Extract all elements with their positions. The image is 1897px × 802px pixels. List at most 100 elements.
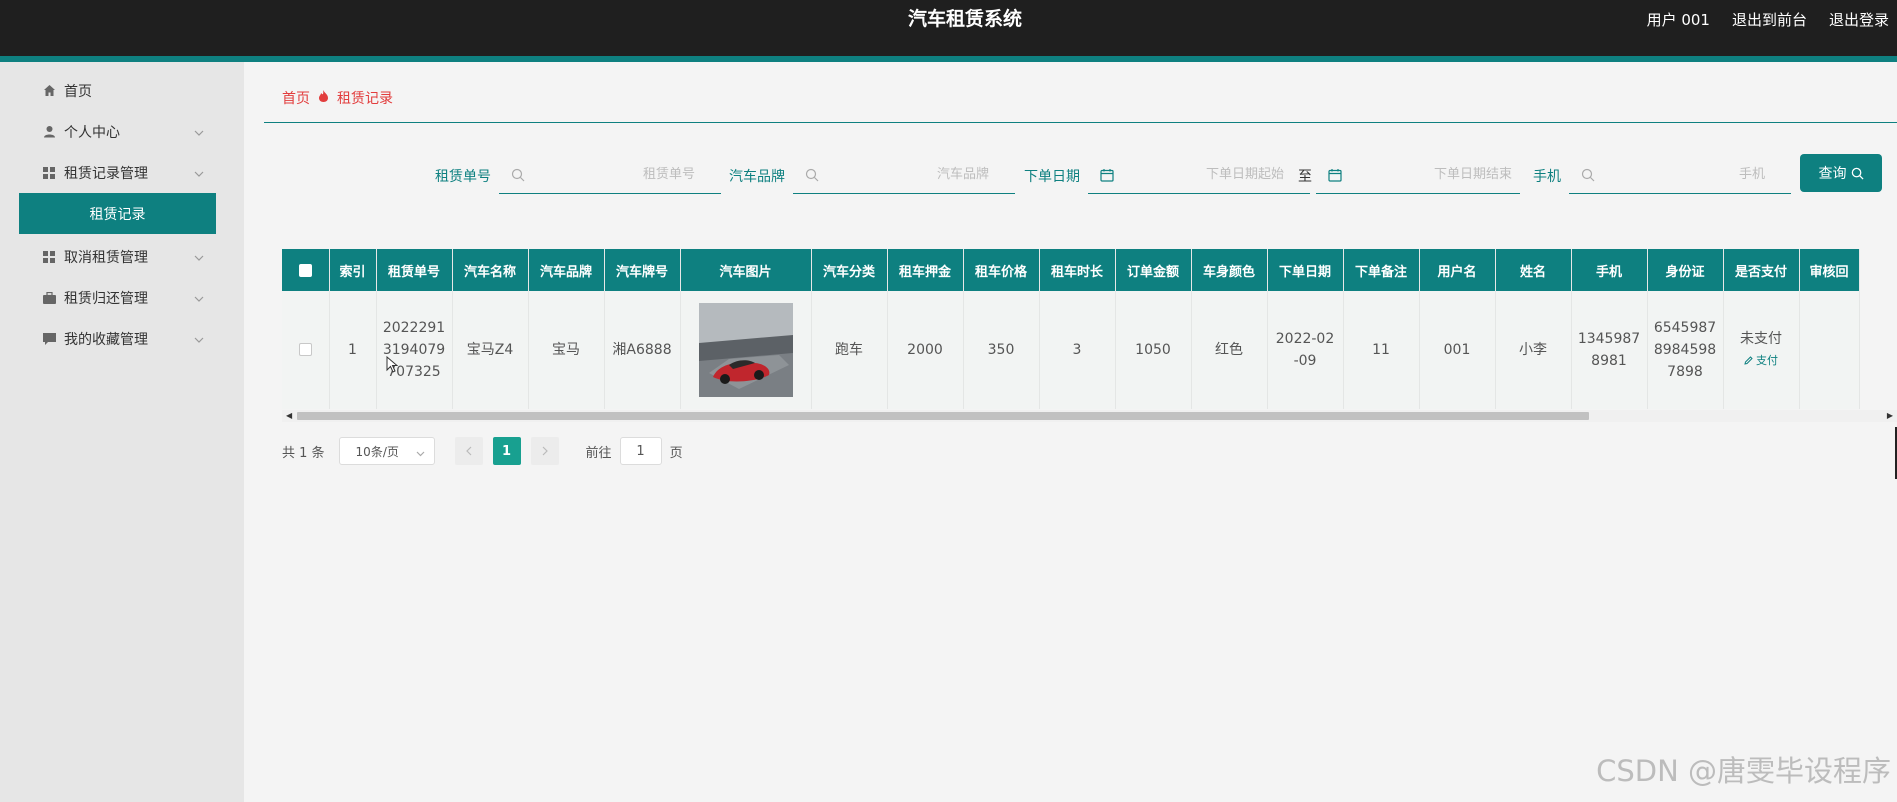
sidebar-item-cancel-rental[interactable]: 取消租赁管理 — [0, 236, 244, 277]
breadcrumb-divider — [264, 122, 1897, 123]
pay-button[interactable]: 支付 — [1744, 350, 1778, 372]
order-no-label: 租赁单号 — [435, 169, 491, 185]
column-header[interactable]: 姓名 — [1495, 249, 1572, 291]
cell-deposit: 2000 — [887, 291, 964, 409]
chevron-down-icon — [416, 446, 425, 460]
brand-label: 汽车品牌 — [729, 169, 785, 185]
breadcrumb-home[interactable]: 首页 — [282, 88, 310, 108]
column-header[interactable]: 租车价格 — [963, 249, 1040, 291]
select-all-checkbox[interactable] — [298, 263, 312, 277]
cell-car-name: 宝马Z4 — [452, 291, 529, 409]
phone-input[interactable] — [1595, 156, 1793, 193]
current-user: 用户 001 — [1646, 10, 1710, 29]
cell-index: 1 — [329, 291, 377, 409]
edit-icon — [1744, 356, 1753, 365]
cell-brand: 宝马 — [528, 291, 605, 409]
briefcase-icon — [42, 291, 56, 305]
goto-page-input[interactable] — [619, 437, 662, 465]
date-end-field — [1316, 156, 1540, 194]
sidebar: 首页 个人中心 租赁记录管理 租赁记录 取消租赁管理 租赁归还管理 我的收藏管理 — [0, 62, 244, 802]
chevron-right-icon — [542, 446, 548, 456]
watermark: CSDN @唐雯毕设程序 — [1596, 754, 1891, 788]
column-header[interactable]: 租车押金 — [887, 249, 964, 291]
column-header[interactable]: 汽车名称 — [452, 249, 529, 291]
date-end-input[interactable] — [1342, 156, 1540, 193]
chevron-down-icon — [194, 331, 204, 347]
mouse-cursor-icon — [386, 356, 398, 373]
row-select-cell[interactable] — [282, 291, 330, 409]
cell-amount: 1050 — [1115, 291, 1192, 409]
rental-table: 索引 租赁单号 汽车名称 汽车品牌 汽车牌号 汽车图片 汽车分类 租车押金 租车… — [282, 249, 1897, 409]
brand-input[interactable] — [819, 156, 1017, 193]
column-header[interactable]: 审核回 — [1799, 249, 1860, 291]
header-actions: 用户 001 退出到前台 退出登录 — [1647, 0, 1889, 38]
brand-field — [793, 156, 1017, 194]
page-size-value: 10条/页 — [355, 444, 399, 459]
column-header[interactable]: 身份证 — [1647, 249, 1724, 291]
flame-icon — [318, 90, 329, 106]
main-content: 首页 租赁记录 租赁单号 汽车品牌 下单日期 至 手机 — [244, 62, 1897, 802]
chevron-down-icon — [194, 249, 204, 265]
goto-label: 前往 — [585, 445, 612, 461]
column-header[interactable]: 汽车品牌 — [528, 249, 605, 291]
page-size-select[interactable]: 10条/页 — [338, 437, 435, 465]
calendar-icon — [1100, 168, 1114, 182]
cell-name: 小李 — [1495, 291, 1572, 409]
column-header[interactable]: 手机 — [1571, 249, 1648, 291]
sidebar-item-personal-center[interactable]: 个人中心 — [0, 111, 244, 152]
cell-category: 跑车 — [811, 291, 888, 409]
scroll-right-arrow-icon[interactable]: ▶ — [1887, 412, 1893, 420]
column-header[interactable]: 车身颜色 — [1191, 249, 1268, 291]
grid-icon — [42, 250, 56, 264]
column-header[interactable]: 汽车图片 — [680, 249, 812, 291]
date-start-field — [1088, 156, 1312, 194]
sidebar-item-label: 个人中心 — [64, 124, 120, 141]
column-header[interactable]: 汽车牌号 — [604, 249, 681, 291]
column-header[interactable]: 索引 — [329, 249, 377, 291]
column-header[interactable]: 用户名 — [1419, 249, 1496, 291]
table-row[interactable]: 1 20222913194079707325 宝马Z4 宝马 湘A6888 跑车… — [282, 291, 1860, 409]
cell-id-card: 65459878984598 7898 — [1647, 291, 1724, 409]
cell-username: 001 — [1419, 291, 1496, 409]
back-to-front-link[interactable]: 退出到前台 — [1732, 9, 1807, 30]
scroll-left-arrow-icon[interactable]: ◀ — [286, 412, 292, 420]
search-icon — [511, 168, 525, 181]
date-start-input[interactable] — [1114, 156, 1312, 193]
row-checkbox[interactable] — [298, 343, 312, 357]
scrollbar-thumb[interactable] — [297, 412, 1589, 420]
sidebar-item-label: 租赁记录管理 — [64, 165, 148, 182]
chevron-down-icon — [194, 165, 204, 181]
sidebar-item-home[interactable]: 首页 — [0, 70, 244, 111]
column-header[interactable]: 订单金额 — [1115, 249, 1192, 291]
next-page-button[interactable] — [530, 437, 559, 465]
column-header[interactable]: 租赁单号 — [376, 249, 453, 291]
grid-icon — [42, 166, 56, 180]
table-header-row: 索引 租赁单号 汽车名称 汽车品牌 汽车牌号 汽车图片 汽车分类 租车押金 租车… — [282, 249, 1860, 291]
cell-car-image — [680, 291, 812, 409]
column-header[interactable]: 是否支付 — [1723, 249, 1800, 291]
search-icon — [805, 168, 819, 181]
column-header[interactable]: 下单备注 — [1343, 249, 1420, 291]
order-no-input[interactable] — [525, 156, 723, 193]
horizontal-scrollbar[interactable]: ◀ ▶ — [282, 410, 1897, 422]
column-header[interactable]: 汽车分类 — [811, 249, 888, 291]
top-header: 汽车租赁系统 用户 001 退出到前台 退出登录 — [0, 0, 1897, 56]
column-header[interactable]: 下单日期 — [1267, 249, 1344, 291]
order-date-label: 下单日期 — [1024, 169, 1080, 185]
car-photo[interactable] — [698, 302, 793, 397]
select-all-header[interactable] — [282, 249, 330, 291]
query-button-label: 查询 — [1818, 166, 1847, 182]
prev-page-button[interactable] — [454, 437, 483, 465]
logout-link[interactable]: 退出登录 — [1829, 9, 1889, 30]
sidebar-item-favorites[interactable]: 我的收藏管理 — [0, 318, 244, 359]
sidebar-item-rental-return[interactable]: 租赁归还管理 — [0, 277, 244, 318]
column-header[interactable]: 租车时长 — [1039, 249, 1116, 291]
cell-duration: 3 — [1039, 291, 1116, 409]
cell-review — [1799, 291, 1860, 409]
cell-order-date: 2022-02-09 — [1267, 291, 1344, 409]
query-button[interactable]: 查询 — [1800, 154, 1882, 192]
cell-paid-status: 未支付 支付 — [1723, 291, 1800, 409]
sidebar-item-rental-records[interactable]: 租赁记录管理 — [0, 152, 244, 193]
sidebar-subitem-rental-record[interactable]: 租赁记录 — [19, 193, 216, 234]
page-number-current[interactable]: 1 — [492, 437, 521, 465]
